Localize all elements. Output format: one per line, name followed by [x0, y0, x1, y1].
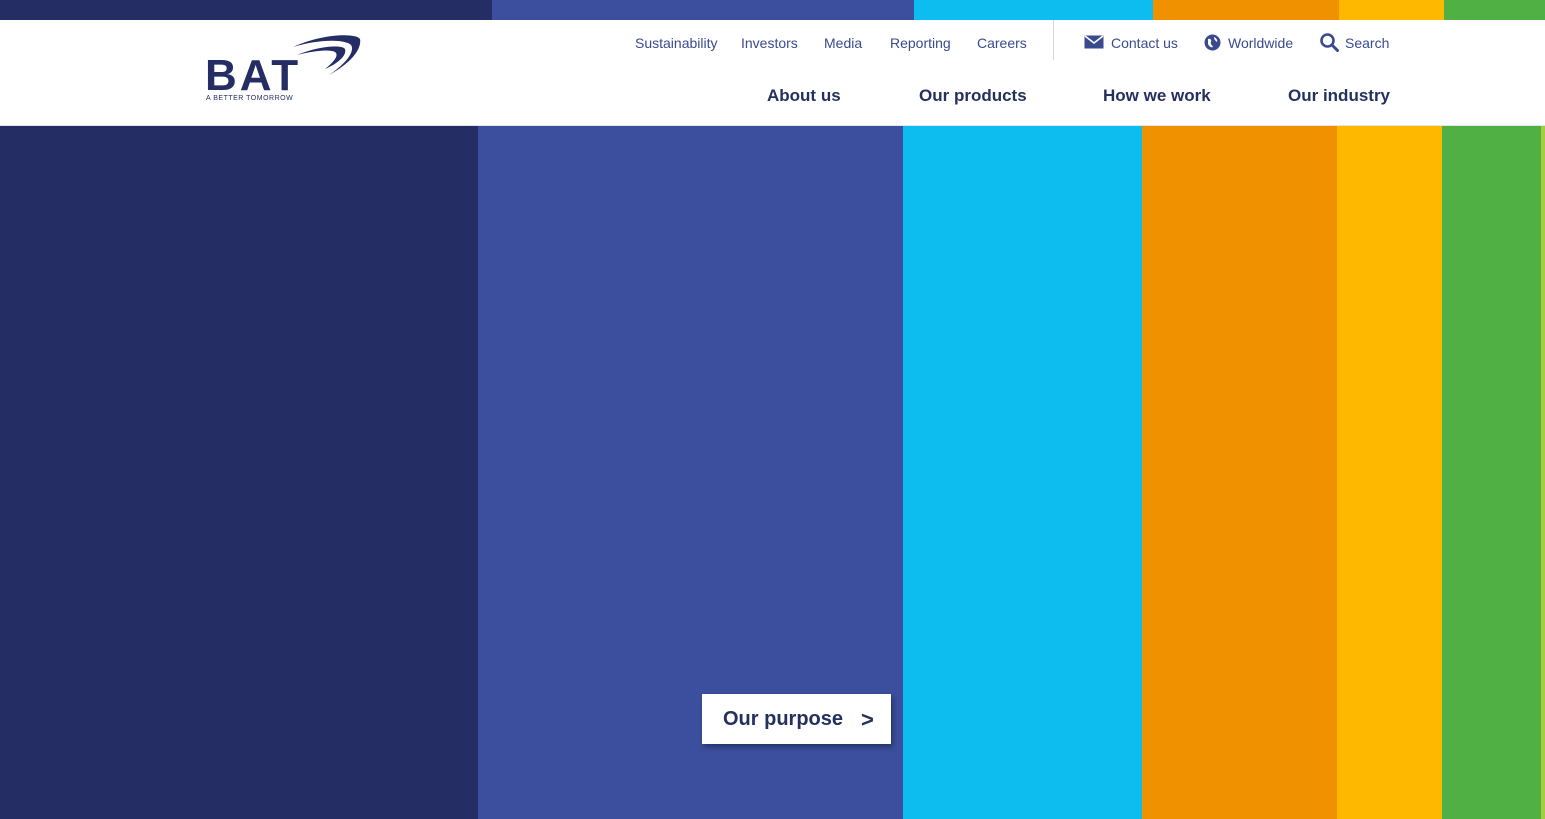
envelope-icon — [1084, 35, 1104, 54]
nav-our-products[interactable]: Our products — [919, 86, 1027, 106]
stripe-amber — [1337, 126, 1442, 819]
bat-logo[interactable]: BAT A BETTER TOMORROW — [205, 35, 365, 105]
nav-media[interactable]: Media — [824, 35, 862, 51]
our-purpose-button[interactable]: Our purpose > — [702, 694, 891, 744]
stripe-green — [1442, 126, 1541, 819]
nav-how-we-work[interactable]: How we work — [1103, 86, 1211, 106]
band-orange — [1153, 0, 1339, 20]
our-purpose-label: Our purpose — [723, 708, 844, 730]
logo-wordmark: BAT — [205, 51, 301, 100]
band-cyan — [914, 0, 1153, 20]
logo-swoosh-outer — [293, 35, 361, 75]
stripe-lime — [1541, 126, 1545, 819]
nav-reporting[interactable]: Reporting — [890, 35, 951, 51]
band-green — [1444, 0, 1545, 20]
nav-contact-us[interactable]: Contact us — [1111, 35, 1178, 51]
band-amber — [1339, 0, 1444, 20]
nav-about-us[interactable]: About us — [767, 86, 841, 106]
nav-our-industry[interactable]: Our industry — [1288, 86, 1390, 106]
logo-tagline: A BETTER TOMORROW — [206, 95, 293, 102]
nav-worldwide[interactable]: Worldwide — [1228, 35, 1293, 51]
nav-investors[interactable]: Investors — [741, 35, 798, 51]
nav-sustainability[interactable]: Sustainability — [635, 35, 718, 51]
stripe-cyan — [903, 126, 1142, 819]
chevron-right-icon: > — [861, 707, 874, 732]
nav-search[interactable]: Search — [1345, 35, 1389, 51]
stripe-navy — [0, 126, 478, 819]
search-icon[interactable] — [1320, 33, 1339, 57]
site-header: BAT A BETTER TOMORROW Sustainability Inv… — [0, 20, 1545, 126]
globe-icon — [1204, 34, 1221, 56]
top-color-band — [0, 0, 1545, 20]
utility-divider — [1053, 20, 1054, 60]
stripe-orange — [1142, 126, 1337, 819]
band-navy — [0, 0, 492, 20]
nav-careers[interactable]: Careers — [977, 35, 1027, 51]
logo-swoosh-inner — [297, 46, 346, 69]
band-royal — [492, 0, 914, 20]
